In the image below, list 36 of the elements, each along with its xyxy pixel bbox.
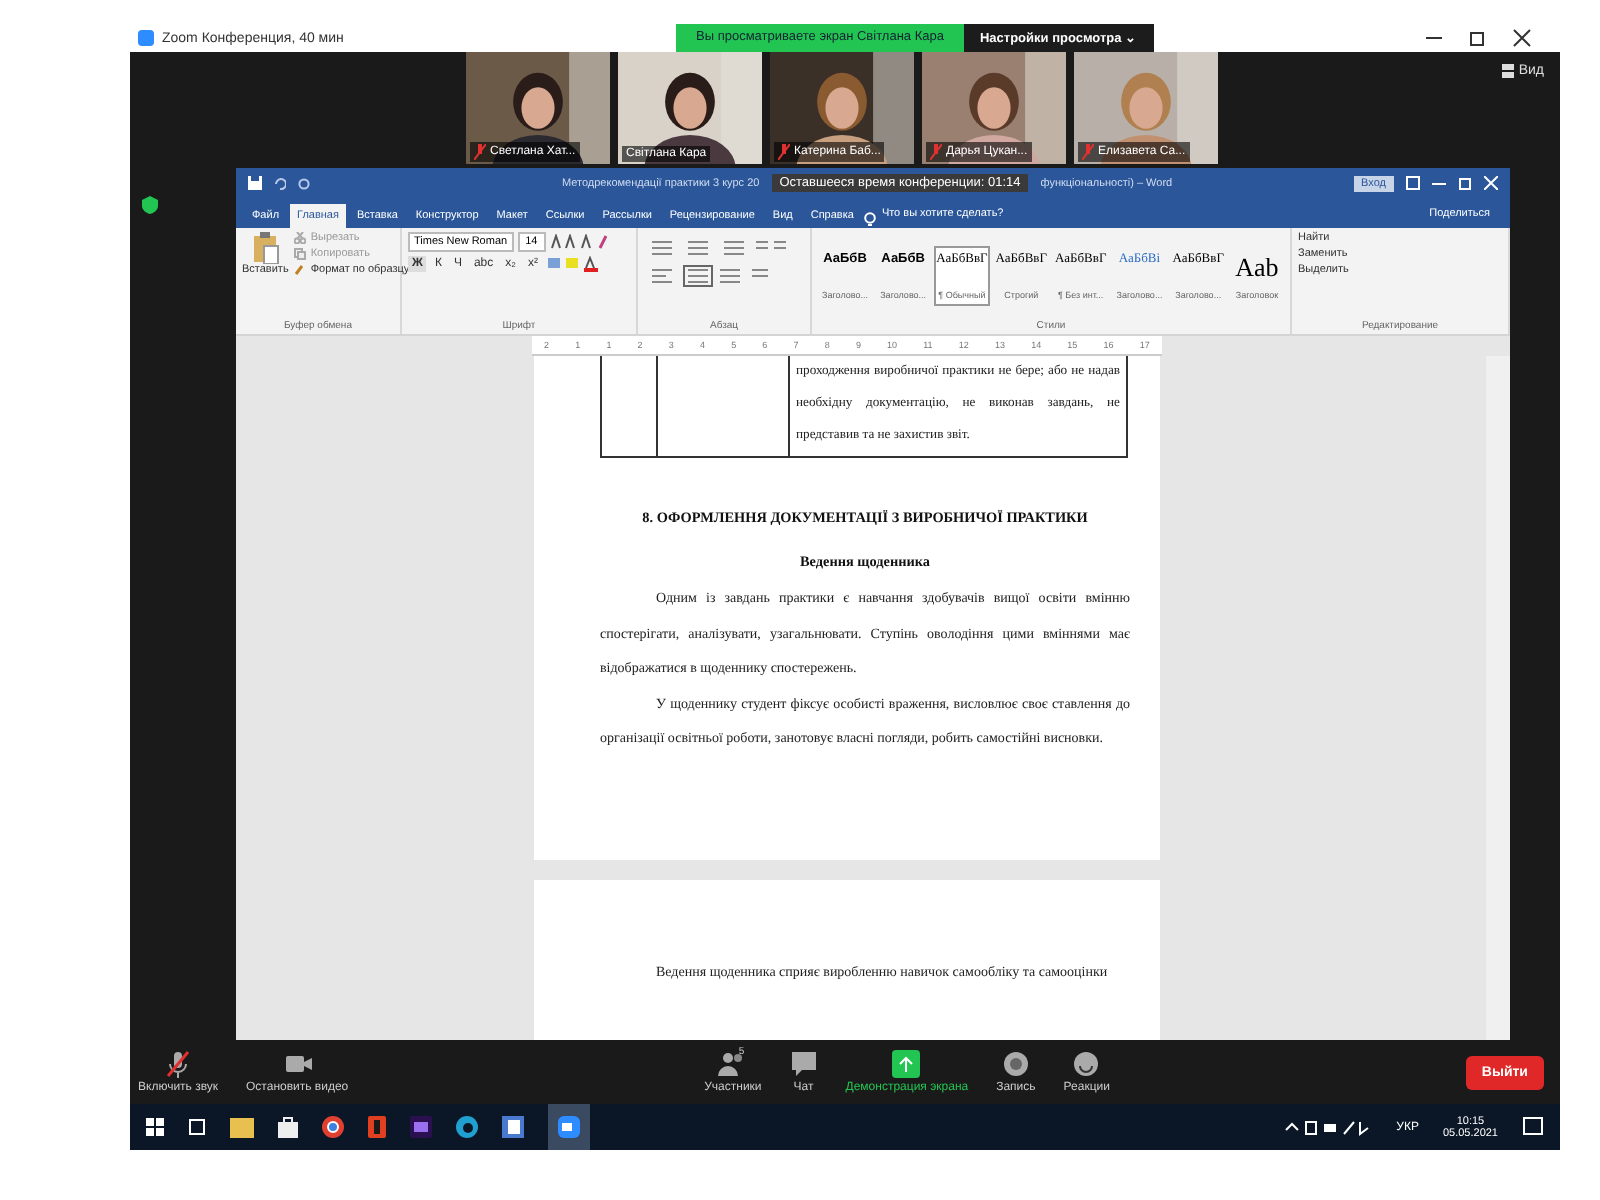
shopping-bag-icon[interactable] xyxy=(278,1116,298,1138)
browser-icon[interactable] xyxy=(322,1116,344,1138)
ribbon-options-icon[interactable] xyxy=(1406,176,1420,190)
zoom-app-icon[interactable] xyxy=(548,1104,590,1150)
zoom-logo-icon xyxy=(138,30,154,46)
muted-mic-icon xyxy=(164,1050,192,1078)
shield-icon xyxy=(142,196,158,214)
scissors-icon xyxy=(294,232,307,244)
edge-browser-icon[interactable] xyxy=(456,1116,478,1138)
system-tray-drawing[interactable] xyxy=(1284,1118,1373,1136)
video-editor-icon[interactable] xyxy=(410,1116,432,1138)
copy-icon xyxy=(294,248,307,260)
share-screen-icon xyxy=(892,1050,921,1078)
undo-icon[interactable] xyxy=(274,177,286,189)
save-icon[interactable] xyxy=(248,176,262,190)
color-tools-drawing[interactable] xyxy=(545,256,602,272)
close-icon[interactable] xyxy=(1512,28,1532,48)
folder-icon[interactable] xyxy=(230,1117,254,1137)
start-icon[interactable] xyxy=(146,1118,164,1136)
record-icon xyxy=(1001,1050,1030,1078)
camera-icon xyxy=(558,1116,580,1138)
office-icon[interactable] xyxy=(368,1116,386,1138)
people-icon xyxy=(718,1050,747,1078)
redo-icon[interactable] xyxy=(298,177,310,189)
document-app-icon[interactable] xyxy=(502,1116,524,1138)
font-size-tools-drawing[interactable] xyxy=(549,234,610,250)
grid-icon xyxy=(1502,64,1515,78)
chat-icon xyxy=(789,1050,818,1078)
notifications-icon[interactable] xyxy=(1522,1116,1544,1138)
smiley-icon xyxy=(1072,1050,1101,1078)
task-view-icon[interactable] xyxy=(188,1118,206,1136)
restore-icon[interactable] xyxy=(1458,176,1472,190)
camera-icon xyxy=(283,1050,312,1078)
brush-icon xyxy=(294,264,307,276)
scrollbar[interactable] xyxy=(1486,356,1510,1040)
restore-icon[interactable] xyxy=(1468,28,1488,48)
